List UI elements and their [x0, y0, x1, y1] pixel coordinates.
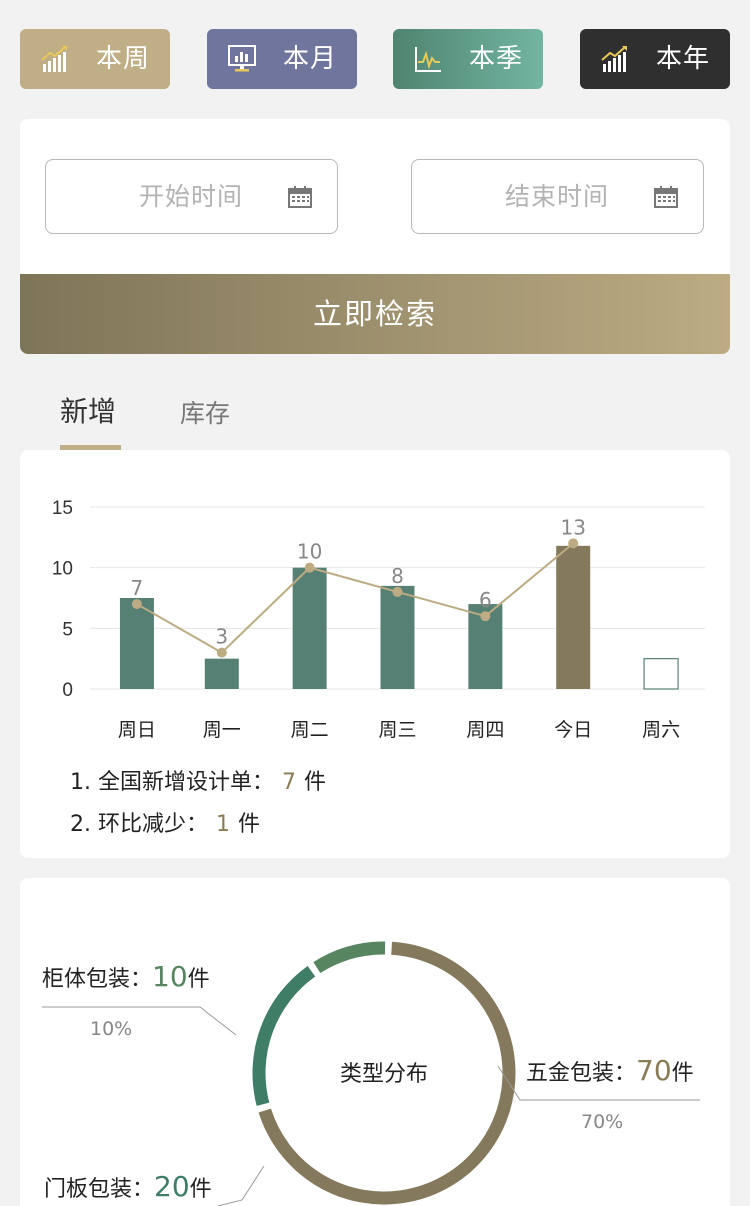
- y-tick-label: 15: [52, 498, 73, 519]
- type-distribution-donut: 类型分布: [42, 941, 700, 1206]
- slice-name: 柜体包装：: [42, 967, 153, 992]
- note-text: 环比减少：: [98, 812, 209, 837]
- type-distribution-card: 类型分布 柜体包装：10件 10% 五金包装：70件 70% 门板包装：20件: [20, 878, 730, 1206]
- content-tabs: 新增 库存: [0, 375, 750, 450]
- slice-unit: 件: [189, 1177, 212, 1202]
- weekly-bar-line-chart: 0 5 10 15 周日 周一 周二 周三 周四 今日 周六 7 3 10 8 6 13: [52, 498, 705, 741]
- line-point[interactable]: [392, 586, 403, 597]
- search-button[interactable]: 立即检索: [20, 274, 730, 354]
- bar-growth-icon: [601, 46, 627, 72]
- x-tick-label: 周四: [466, 719, 504, 741]
- period-tab-label: 本季: [469, 44, 524, 74]
- y-tick-label: 5: [62, 619, 73, 640]
- bar[interactable]: [380, 585, 415, 689]
- data-label: 8: [391, 564, 404, 588]
- start-date-field[interactable]: 开始时间: [45, 159, 338, 234]
- pie-pct-hardware: 70%: [581, 1111, 624, 1133]
- note-line: 1. 全国新增设计单： 7 件: [70, 762, 326, 804]
- bar[interactable]: [204, 658, 239, 689]
- period-tab-year[interactable]: 本年: [580, 29, 730, 89]
- x-tick-label: 周二: [291, 719, 329, 741]
- period-tab-label: 本周: [96, 44, 151, 74]
- slice-name: 五金包装：: [526, 1061, 637, 1086]
- bar-empty[interactable]: [643, 658, 679, 690]
- period-selector: 本周 本月 本季 本年: [20, 29, 730, 89]
- end-date-placeholder: 结束时间: [504, 182, 609, 211]
- x-tick-label: 周三: [378, 719, 416, 741]
- slice-value: 20: [154, 1170, 190, 1203]
- note-unit: 件: [304, 770, 327, 795]
- chart-notes: 1. 全国新增设计单： 7 件 2. 环比减少： 1 件: [70, 762, 326, 846]
- end-date-field[interactable]: 结束时间: [411, 159, 704, 234]
- y-tick-label: 0: [62, 680, 73, 701]
- period-tab-month[interactable]: 本月: [207, 29, 357, 89]
- data-label: 7: [131, 576, 144, 600]
- slice-unit: 件: [187, 967, 210, 992]
- note-text: 全国新增设计单：: [98, 770, 275, 795]
- period-tab-week[interactable]: 本周: [20, 29, 170, 89]
- line-wave-icon: [415, 47, 441, 72]
- line-point[interactable]: [480, 611, 491, 622]
- line-point[interactable]: [216, 647, 227, 658]
- donut-slice[interactable]: [252, 965, 316, 1106]
- note-unit: 件: [238, 812, 261, 837]
- x-tick-label: 周六: [642, 719, 680, 741]
- slice-unit: 件: [671, 1061, 694, 1086]
- line-point[interactable]: [131, 599, 142, 610]
- leader-line: [42, 1006, 237, 1036]
- calendar-icon[interactable]: [288, 186, 312, 208]
- period-tab-quarter[interactable]: 本季: [393, 29, 543, 89]
- bar[interactable]: [292, 567, 327, 689]
- line-point[interactable]: [304, 562, 315, 573]
- pie-pct-cabinet: 10%: [90, 1018, 133, 1040]
- note-value: 1: [216, 812, 231, 837]
- slice-name: 门板包装：: [44, 1177, 155, 1202]
- data-label: 13: [560, 515, 585, 539]
- data-label: 10: [297, 540, 322, 564]
- x-tick-label: 今日: [554, 719, 592, 741]
- slice-value: 70: [636, 1054, 672, 1087]
- donut-slice[interactable]: [313, 941, 386, 974]
- start-date-placeholder: 开始时间: [138, 182, 243, 211]
- pie-label-door: 门板包装：20件: [44, 1170, 212, 1203]
- search-card: 开始时间 结束时间 立即检索: [20, 119, 730, 354]
- bar-today[interactable]: [556, 545, 591, 689]
- period-tab-label: 本月: [283, 44, 338, 74]
- series-line: [136, 542, 574, 654]
- note-value: 7: [282, 770, 297, 795]
- note-index: 2.: [70, 812, 91, 837]
- y-tick-label: 10: [52, 559, 73, 580]
- bar-growth-icon: [41, 46, 67, 72]
- x-tick-label: 周一: [203, 719, 241, 741]
- period-tab-label: 本年: [656, 44, 711, 74]
- weekly-chart-card: 0 5 10 15 周日 周一 周二 周三 周四 今日 周六 7 3 10 8 6 13 1. 全国新增设计单：…: [20, 450, 730, 858]
- pie-label-cabinet: 柜体包装：10件: [42, 960, 210, 993]
- note-line: 2. 环比减少： 1 件: [70, 804, 326, 846]
- calendar-icon[interactable]: [654, 186, 678, 208]
- pie-label-hardware: 五金包装：70件: [526, 1054, 694, 1087]
- line-point[interactable]: [568, 538, 579, 549]
- note-index: 1.: [70, 770, 91, 795]
- data-label: 3: [215, 625, 228, 649]
- tab-new[interactable]: 新增: [60, 390, 116, 430]
- monitor-chart-icon: [228, 45, 256, 72]
- tab-stock[interactable]: 库存: [180, 394, 230, 430]
- donut-center-label: 类型分布: [340, 1062, 428, 1087]
- slice-value: 10: [152, 960, 188, 993]
- data-label: 6: [479, 588, 492, 612]
- x-tick-label: 周日: [118, 719, 156, 741]
